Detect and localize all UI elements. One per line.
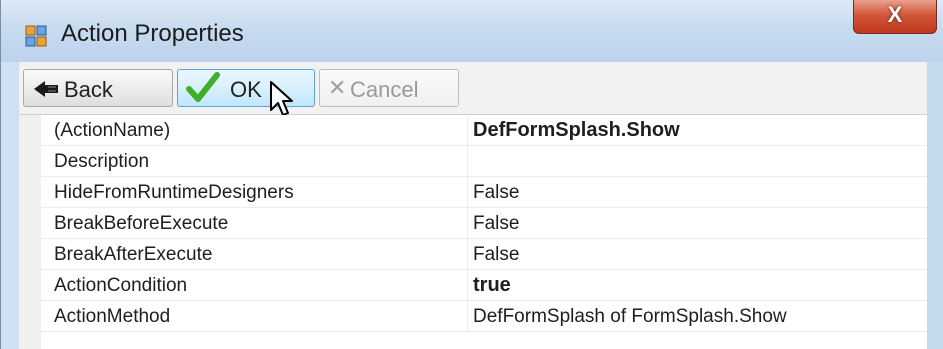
property-name: (ActionName) — [54, 120, 171, 141]
toolbar: Back OK ✕ Cancel — [19, 62, 927, 115]
column-divider — [467, 301, 468, 331]
property-row-actionname[interactable]: (ActionName) DefFormSplash.Show — [41, 115, 927, 146]
column-divider — [467, 239, 468, 269]
close-button[interactable]: X — [853, 0, 937, 34]
mouse-pointer-icon — [270, 81, 293, 116]
window-frame-right — [927, 62, 943, 349]
gray-x-icon: ✕ — [328, 75, 347, 100]
title-bar[interactable]: Action Properties X — [1, 0, 943, 62]
cancel-button-label: Cancel — [350, 77, 419, 102]
back-button[interactable]: Back — [23, 69, 173, 107]
property-value[interactable]: DefFormSplash of FormSplash.Show — [473, 306, 787, 328]
property-name: Description — [54, 151, 150, 172]
column-divider — [467, 115, 468, 145]
action-properties-window: Action Properties X Back OK ✕ Cancel (Ac… — [0, 0, 943, 349]
column-divider — [467, 177, 468, 207]
property-row-breakbeforeexecute[interactable]: BreakBeforeExecute False — [41, 208, 927, 239]
green-check-icon — [186, 72, 220, 102]
ok-button-label: OK — [230, 77, 262, 102]
property-value[interactable]: DefFormSplash.Show — [473, 119, 680, 142]
property-name: ActionCondition — [54, 275, 188, 296]
property-name: ActionMethod — [54, 306, 171, 327]
property-row-breakafterexecute[interactable]: BreakAfterExecute False — [41, 239, 927, 270]
column-divider — [467, 146, 468, 176]
property-value[interactable]: False — [473, 182, 519, 204]
property-value[interactable]: False — [473, 244, 519, 266]
property-grid: (ActionName) DefFormSplash.Show Descript… — [19, 115, 927, 349]
property-value[interactable]: true — [473, 274, 511, 297]
column-divider — [467, 270, 468, 300]
property-row-hidefromruntimedesigners[interactable]: HideFromRuntimeDesigners False — [41, 177, 927, 208]
window-title: Action Properties — [61, 20, 244, 47]
property-name: BreakBeforeExecute — [54, 213, 229, 234]
back-button-label: Back — [64, 77, 113, 102]
property-row-actionmethod[interactable]: ActionMethod DefFormSplash of FormSplash… — [41, 301, 927, 332]
property-grid-gutter — [19, 115, 41, 349]
close-icon: X — [887, 2, 903, 27]
cancel-button[interactable]: ✕ Cancel — [319, 69, 459, 107]
property-row-actioncondition[interactable]: ActionCondition true — [41, 270, 927, 301]
property-value[interactable]: False — [473, 213, 519, 235]
back-arrow-icon — [34, 81, 58, 97]
column-divider — [467, 208, 468, 238]
property-name: BreakAfterExecute — [54, 244, 213, 265]
property-name: HideFromRuntimeDesigners — [54, 182, 294, 203]
properties-window-icon — [25, 25, 47, 47]
property-row-description[interactable]: Description — [41, 146, 927, 177]
